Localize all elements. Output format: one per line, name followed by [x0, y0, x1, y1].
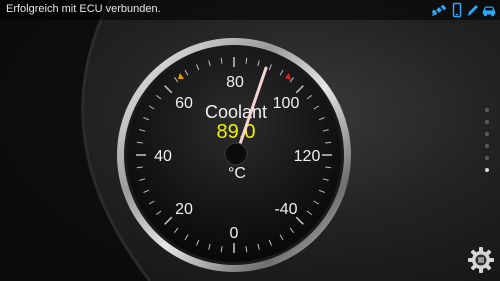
scale-label-100: 100	[273, 95, 300, 112]
page-dot[interactable]	[485, 132, 489, 136]
scale-label-40: 40	[154, 148, 172, 165]
page-dot[interactable]	[485, 144, 489, 148]
scale-label-60: 60	[175, 95, 193, 112]
gauge-unit: °C	[228, 165, 246, 182]
page-dot[interactable]	[485, 156, 489, 160]
gear-icon[interactable]	[466, 245, 496, 275]
gauge-value: 89.0	[217, 121, 256, 143]
page-dot[interactable]	[485, 108, 489, 112]
page-dot-active[interactable]	[485, 168, 489, 172]
scale-label-0: 0	[230, 225, 239, 242]
scale-label-20: 20	[175, 201, 193, 218]
scale-label-minus40: -40	[274, 201, 297, 218]
coolant-gauge: 0 20 40 60 80 100 120 -40 Coolant 89.0 °…	[117, 38, 351, 272]
scale-label-80: 80	[226, 74, 244, 91]
gauge-title: Coolant	[205, 102, 267, 122]
needle-hub	[224, 142, 248, 166]
scale-label-120: 120	[294, 148, 321, 165]
page-dot[interactable]	[485, 120, 489, 124]
page-indicator	[484, 108, 490, 180]
dashboard-screen: Erfolgreich mit ECU verbunden. 0 20 40 6…	[0, 0, 500, 281]
